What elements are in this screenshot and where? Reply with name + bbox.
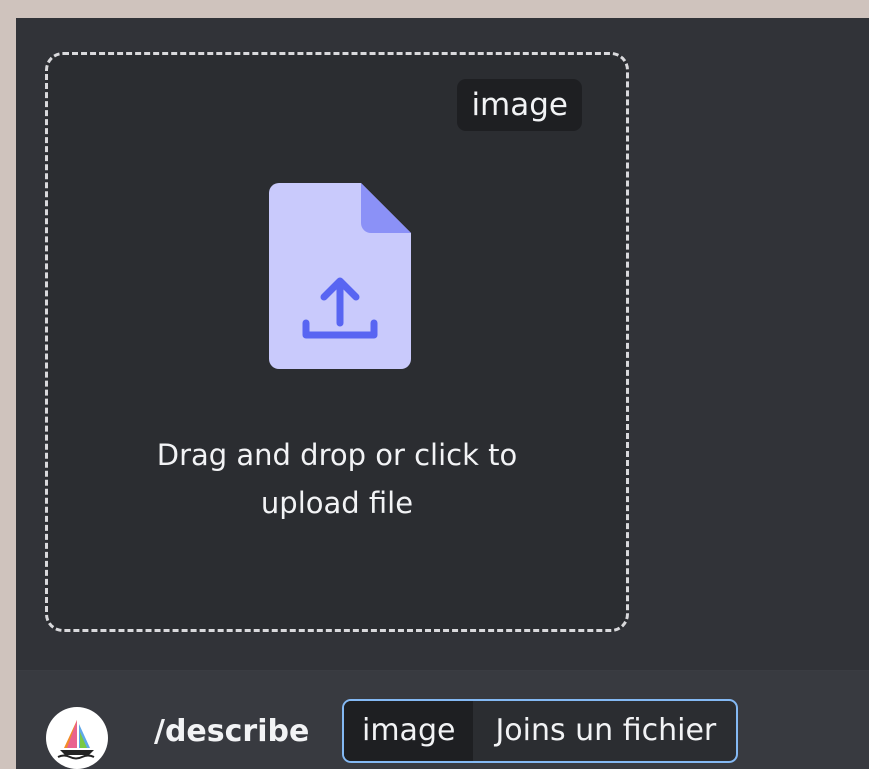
file-upload-dropzone[interactable]: image Drag and drop or click to upload f… <box>45 52 629 632</box>
file-body <box>269 183 411 369</box>
midjourney-sailboat-icon <box>46 707 108 769</box>
drop-hint-text: Drag and drop or click to upload file <box>156 438 518 520</box>
option-key: image <box>344 701 474 761</box>
file-upload-icon <box>269 183 411 369</box>
option-value-placeholder[interactable]: Joins un fichier <box>473 701 736 761</box>
command-input-bar[interactable]: /describe image Joins un fichier <box>16 671 869 769</box>
command-name: /describe <box>154 714 310 749</box>
upload-option-tag: image <box>457 79 582 131</box>
image-option-field[interactable]: image Joins un fichier <box>342 699 739 763</box>
app-window: image Drag and drop or click to upload f… <box>16 18 869 769</box>
file-corner-fold <box>361 183 411 233</box>
